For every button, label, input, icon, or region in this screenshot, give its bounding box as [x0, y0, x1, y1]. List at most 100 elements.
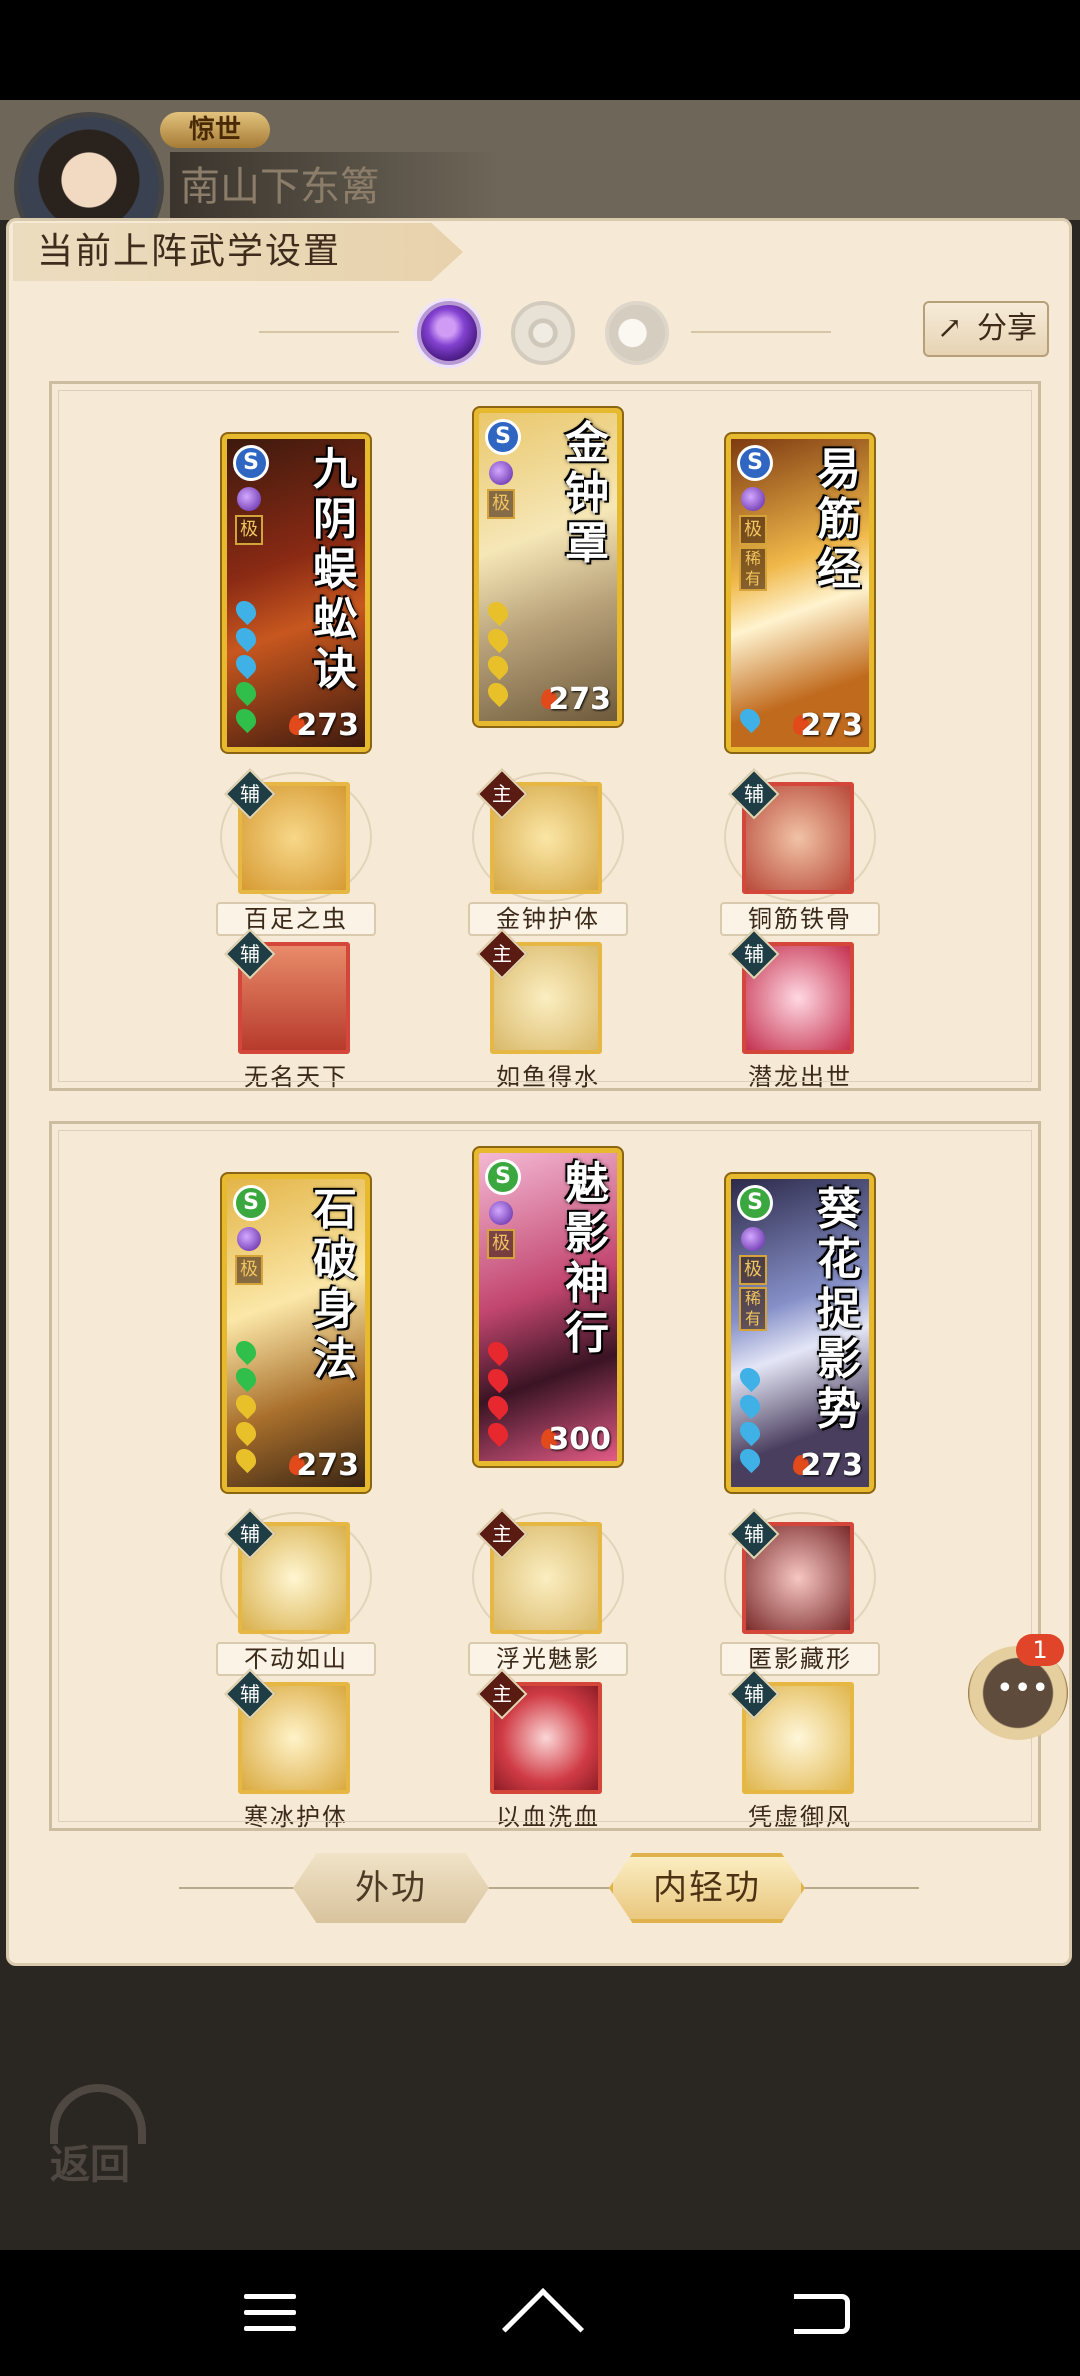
main-tag: 主 — [476, 1508, 528, 1560]
card-power: 300 — [548, 1422, 611, 1457]
realm-orb-icon — [741, 1227, 765, 1251]
share-label: 分享 — [977, 311, 1037, 346]
martial-card[interactable]: S 极 金钟罩 273 — [474, 408, 622, 726]
grade-badge: 极 — [487, 489, 515, 519]
aux-tag: 辅 — [728, 768, 780, 820]
aux-tag: 辅 — [728, 1508, 780, 1560]
aux-tag: 辅 — [728, 928, 780, 980]
skill-label: 无名天下 — [244, 1063, 348, 1091]
main-tag: 主 — [476, 1668, 528, 1720]
tab-inner-kungfu[interactable]: 内轻功 — [609, 1853, 805, 1923]
flame-icon — [793, 715, 809, 735]
player-profile[interactable]: 惊世 南山下东篱 — [10, 112, 510, 262]
status-bar — [0, 0, 1080, 100]
tab-outer-kungfu[interactable]: 外功 — [293, 1853, 489, 1923]
card-power: 273 — [548, 682, 611, 717]
skill-label: 百足之虫 — [216, 902, 376, 936]
loadout-group-2: S 极 石破身法 273 S 极 魅影神行 300 S 极 稀有 葵花捉影势 2… — [49, 1121, 1041, 1831]
card-name: 易筋经 — [817, 444, 861, 595]
skill-label: 以血洗血 — [496, 1803, 600, 1831]
skill-label: 金钟护体 — [468, 902, 628, 936]
card-name: 魅影神行 — [565, 1158, 609, 1359]
panel-title: 当前上阵武学设置 — [13, 223, 463, 281]
gem-slots — [735, 1363, 765, 1475]
realm-orb-icon — [237, 1227, 261, 1251]
martial-card[interactable]: S 极 石破身法 273 — [222, 1174, 370, 1492]
card-name: 石破身法 — [313, 1184, 357, 1385]
realm-orb-icon — [489, 1201, 513, 1225]
card-power: 273 — [296, 1448, 359, 1483]
martial-arts-panel: 当前上阵武学设置 ↗ 分享 S 极 九阴蜈蚣诀 273 S 极 金钟罩 273 … — [6, 218, 1072, 1966]
flame-icon — [541, 1429, 557, 1449]
flame-icon — [541, 689, 557, 709]
grade-badge: 极 — [487, 1229, 515, 1259]
card-power: 273 — [800, 1448, 863, 1483]
divider — [179, 1887, 919, 1889]
share-button[interactable]: ↗ 分享 — [923, 301, 1049, 357]
gem-slots — [735, 704, 765, 735]
martial-card[interactable]: S 极 稀有 葵花捉影势 273 — [726, 1174, 874, 1492]
gem-slots — [483, 597, 513, 709]
grade-badge: 极 — [739, 515, 767, 545]
skill-label: 匿影藏形 — [720, 1642, 880, 1676]
gem-slots — [231, 1336, 261, 1475]
sun-icon[interactable] — [511, 301, 575, 365]
card-power: 273 — [800, 708, 863, 743]
grade-badge: 极 — [235, 1255, 263, 1285]
home-icon[interactable] — [501, 2288, 585, 2371]
martial-card[interactable]: S 极 稀有 易筋经 273 — [726, 434, 874, 752]
back-label: 返回 — [50, 2141, 130, 2188]
flame-icon — [793, 1455, 809, 1475]
realm-orb-icon — [741, 487, 765, 511]
aux-tag: 辅 — [728, 1668, 780, 1720]
main-tag: 主 — [476, 928, 528, 980]
title-badge: 惊世 — [160, 112, 270, 148]
realm-orb-icon — [489, 461, 513, 485]
school-icon: S — [485, 1159, 521, 1195]
card-name: 九阴蜈蚣诀 — [313, 444, 357, 695]
rare-badge: 稀有 — [739, 1287, 767, 1331]
aux-tag: 辅 — [224, 768, 276, 820]
school-icon: S — [737, 1185, 773, 1221]
skill-label: 寒冰护体 — [244, 1803, 348, 1831]
aux-tag: 辅 — [224, 1668, 276, 1720]
card-power: 273 — [296, 708, 359, 743]
share-icon: ↗ — [937, 311, 963, 346]
menu-icon[interactable] — [244, 2294, 296, 2332]
chat-icon: ••• — [996, 1671, 1050, 1706]
realm-orb-icon — [237, 487, 261, 511]
skill-label: 凭虚御风 — [748, 1803, 852, 1831]
martial-card[interactable]: S 极 魅影神行 300 — [474, 1148, 622, 1466]
skill-label: 潜龙出世 — [748, 1063, 852, 1091]
moon-purple-icon[interactable] — [417, 301, 481, 365]
moon-icon[interactable] — [605, 301, 669, 365]
divider — [259, 331, 399, 333]
chat-unread-badge: 1 — [1016, 1634, 1064, 1666]
category-tabs: 外功 内轻功 — [169, 1853, 929, 1923]
nav-back-icon[interactable] — [794, 2294, 850, 2334]
school-icon: S — [485, 419, 521, 455]
gem-slots — [231, 596, 261, 735]
grade-badge: 极 — [739, 1255, 767, 1285]
aux-tag: 辅 — [224, 928, 276, 980]
martial-card[interactable]: S 极 九阴蜈蚣诀 273 — [222, 434, 370, 752]
player-name: 南山下东篱 — [170, 152, 500, 222]
rare-badge: 稀有 — [739, 547, 767, 591]
card-name: 金钟罩 — [565, 418, 609, 569]
skill-label: 浮光魅影 — [468, 1642, 628, 1676]
main-tag: 主 — [476, 768, 528, 820]
grade-badge: 极 — [235, 515, 263, 545]
skill-label: 铜筋铁骨 — [720, 902, 880, 936]
flame-icon — [289, 715, 305, 735]
skill-label: 不动如山 — [216, 1642, 376, 1676]
skill-label: 如鱼得水 — [496, 1063, 600, 1091]
card-name: 葵花捉影势 — [817, 1184, 861, 1435]
flame-icon — [289, 1455, 305, 1475]
divider — [691, 331, 831, 333]
school-icon: S — [737, 445, 773, 481]
back-button[interactable]: 返回 — [44, 2080, 154, 2190]
loadout-group-1: S 极 九阴蜈蚣诀 273 S 极 金钟罩 273 S 极 稀有 易筋经 273… — [49, 381, 1041, 1091]
system-nav-bar — [0, 2250, 1080, 2376]
gem-slots — [483, 1337, 513, 1449]
school-icon: S — [233, 1185, 269, 1221]
